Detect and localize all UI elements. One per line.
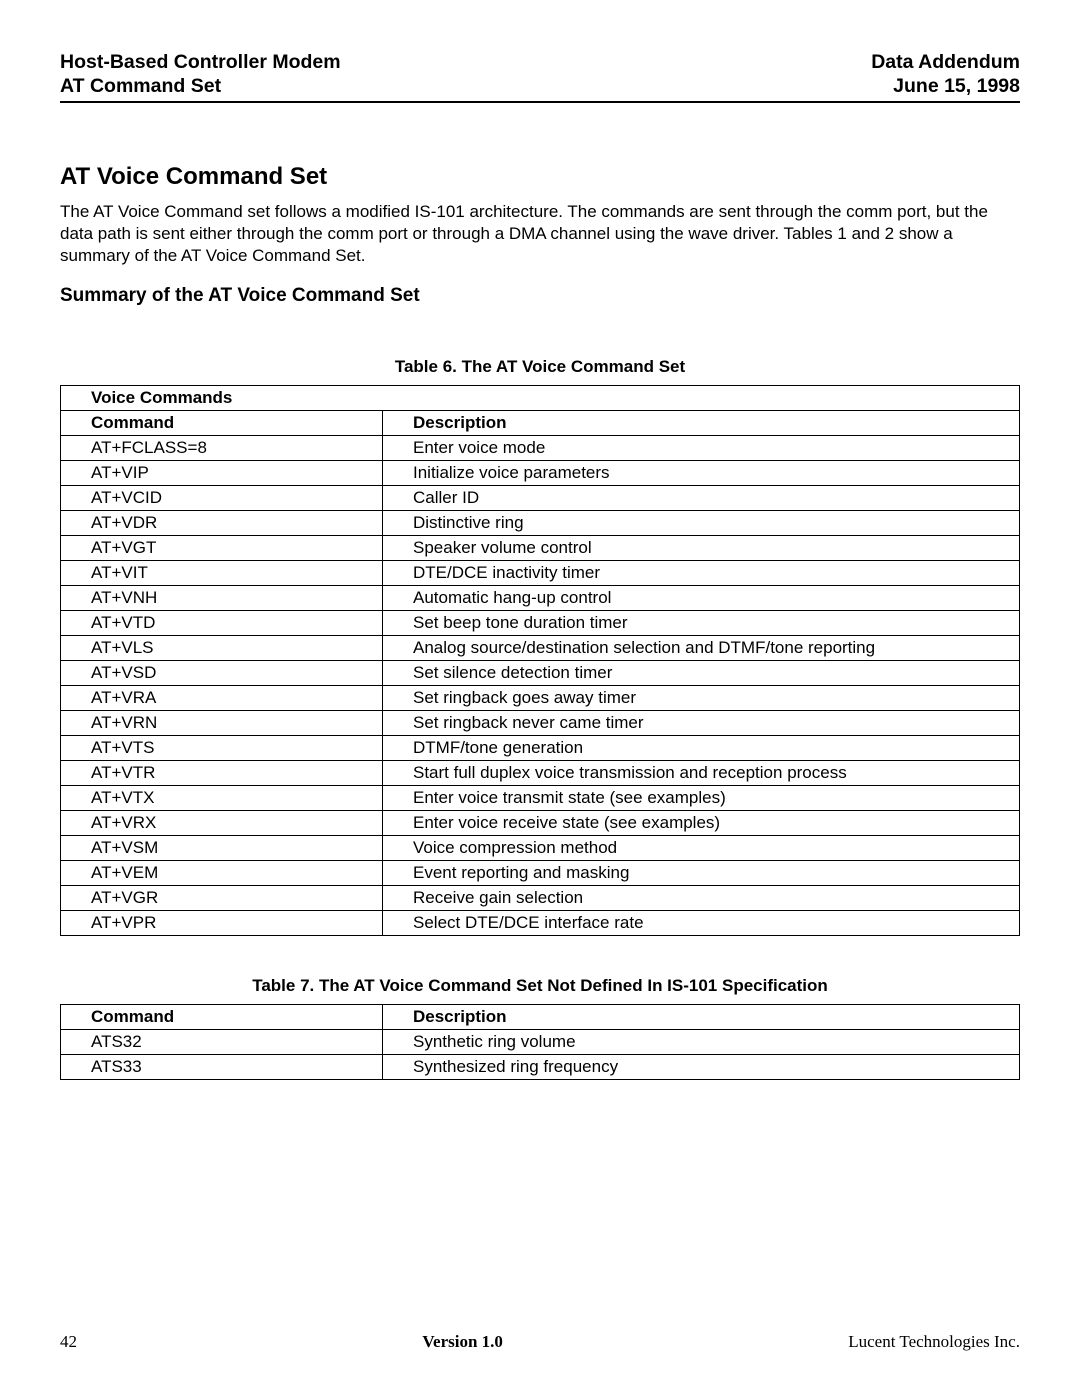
table7-caption: Table 7. The AT Voice Command Set Not De… <box>60 976 1020 996</box>
table-row: AT+VSMVoice compression method <box>61 836 1020 861</box>
command-cell: AT+VTX <box>61 786 383 811</box>
footer-page-number: 42 <box>60 1332 77 1352</box>
table7: Command Description ATS32Synthetic ring … <box>60 1004 1020 1080</box>
table6-col2-header: Description <box>383 411 1020 436</box>
table-row: AT+VTRStart full duplex voice transmissi… <box>61 761 1020 786</box>
table-row: AT+VTDSet beep tone duration timer <box>61 611 1020 636</box>
page-header: Host-Based Controller Modem AT Command S… <box>60 50 1020 103</box>
description-cell: DTMF/tone generation <box>383 736 1020 761</box>
doc-meta-line2: June 15, 1998 <box>871 74 1020 98</box>
table-row: AT+VRASet ringback goes away timer <box>61 686 1020 711</box>
table-row: AT+VRNSet ringback never came timer <box>61 711 1020 736</box>
page-footer: 42 Version 1.0 Lucent Technologies Inc. <box>60 1332 1020 1352</box>
description-cell: Event reporting and masking <box>383 861 1020 886</box>
table6-caption: Table 6. The AT Voice Command Set <box>60 357 1020 377</box>
description-cell: Enter voice receive state (see examples) <box>383 811 1020 836</box>
description-cell: Start full duplex voice transmission and… <box>383 761 1020 786</box>
command-cell: AT+VTS <box>61 736 383 761</box>
table6: Voice Commands Command Description AT+FC… <box>60 385 1020 936</box>
page: Host-Based Controller Modem AT Command S… <box>0 0 1080 1397</box>
description-cell: Set ringback never came timer <box>383 711 1020 736</box>
table-row: ATS33Synthesized ring frequency <box>61 1055 1020 1080</box>
command-cell: AT+VEM <box>61 861 383 886</box>
command-cell: AT+VRA <box>61 686 383 711</box>
table-row: AT+VLSAnalog source/destination selectio… <box>61 636 1020 661</box>
command-cell: AT+VCID <box>61 486 383 511</box>
doc-title-line2: AT Command Set <box>60 74 341 98</box>
command-cell: AT+FCLASS=8 <box>61 436 383 461</box>
table-row: AT+VGRReceive gain selection <box>61 886 1020 911</box>
table-row: AT+VTSDTMF/tone generation <box>61 736 1020 761</box>
table-row: AT+VPRSelect DTE/DCE interface rate <box>61 911 1020 936</box>
description-cell: Select DTE/DCE interface rate <box>383 911 1020 936</box>
table-row: AT+VTXEnter voice transmit state (see ex… <box>61 786 1020 811</box>
table-row: AT+VEMEvent reporting and masking <box>61 861 1020 886</box>
description-cell: Enter voice mode <box>383 436 1020 461</box>
table-row: AT+FCLASS=8Enter voice mode <box>61 436 1020 461</box>
table-row: AT+VNHAutomatic hang-up control <box>61 586 1020 611</box>
intro-paragraph: The AT Voice Command set follows a modif… <box>60 201 1020 267</box>
command-cell: AT+VGT <box>61 536 383 561</box>
command-cell: ATS32 <box>61 1030 383 1055</box>
command-cell: AT+VPR <box>61 911 383 936</box>
footer-version: Version 1.0 <box>422 1332 503 1352</box>
description-cell: Set ringback goes away timer <box>383 686 1020 711</box>
table-row: AT+VCIDCaller ID <box>61 486 1020 511</box>
command-cell: AT+VGR <box>61 886 383 911</box>
section-title: AT Voice Command Set <box>60 163 1020 191</box>
table-row: AT+VIPInitialize voice parameters <box>61 461 1020 486</box>
command-cell: AT+VDR <box>61 511 383 536</box>
command-cell: AT+VRN <box>61 711 383 736</box>
description-cell: Set beep tone duration timer <box>383 611 1020 636</box>
description-cell: Caller ID <box>383 486 1020 511</box>
subsection-title: Summary of the AT Voice Command Set <box>60 285 1020 307</box>
table-row: ATS32Synthetic ring volume <box>61 1030 1020 1055</box>
command-cell: AT+VNH <box>61 586 383 611</box>
table7-col2-header: Description <box>383 1005 1020 1030</box>
description-cell: Speaker volume control <box>383 536 1020 561</box>
command-cell: AT+VLS <box>61 636 383 661</box>
command-cell: AT+VIP <box>61 461 383 486</box>
table-row: AT+VITDTE/DCE inactivity timer <box>61 561 1020 586</box>
command-cell: AT+VRX <box>61 811 383 836</box>
description-cell: Initialize voice parameters <box>383 461 1020 486</box>
description-cell: Enter voice transmit state (see examples… <box>383 786 1020 811</box>
table-row: AT+VDRDistinctive ring <box>61 511 1020 536</box>
table7-col1-header: Command <box>61 1005 383 1030</box>
description-cell: Receive gain selection <box>383 886 1020 911</box>
table6-title-row: Voice Commands <box>61 386 1020 411</box>
description-cell: Analog source/destination selection and … <box>383 636 1020 661</box>
description-cell: Voice compression method <box>383 836 1020 861</box>
command-cell: AT+VTD <box>61 611 383 636</box>
header-right: Data Addendum June 15, 1998 <box>871 50 1020 99</box>
command-cell: AT+VSM <box>61 836 383 861</box>
description-cell: Distinctive ring <box>383 511 1020 536</box>
description-cell: DTE/DCE inactivity timer <box>383 561 1020 586</box>
command-cell: AT+VIT <box>61 561 383 586</box>
table6-col1-header: Command <box>61 411 383 436</box>
description-cell: Synthetic ring volume <box>383 1030 1020 1055</box>
doc-title-line1: Host-Based Controller Modem <box>60 50 341 74</box>
header-left: Host-Based Controller Modem AT Command S… <box>60 50 341 99</box>
footer-company: Lucent Technologies Inc. <box>848 1332 1020 1352</box>
doc-meta-line1: Data Addendum <box>871 50 1020 74</box>
description-cell: Set silence detection timer <box>383 661 1020 686</box>
description-cell: Automatic hang-up control <box>383 586 1020 611</box>
table-row: AT+VSDSet silence detection timer <box>61 661 1020 686</box>
command-cell: ATS33 <box>61 1055 383 1080</box>
command-cell: AT+VTR <box>61 761 383 786</box>
description-cell: Synthesized ring frequency <box>383 1055 1020 1080</box>
command-cell: AT+VSD <box>61 661 383 686</box>
table-row: AT+VRXEnter voice receive state (see exa… <box>61 811 1020 836</box>
table-row: AT+VGTSpeaker volume control <box>61 536 1020 561</box>
